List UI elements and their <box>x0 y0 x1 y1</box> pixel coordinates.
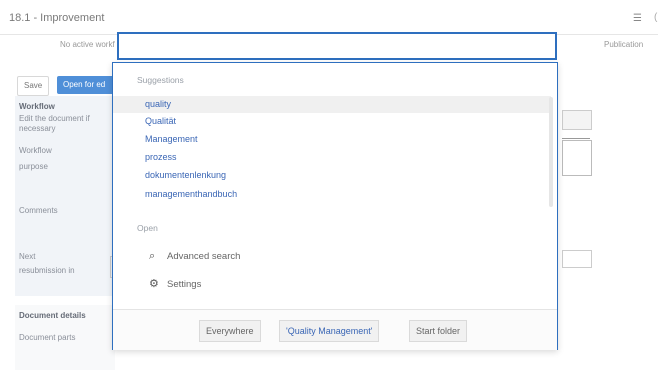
page-title: 18.1 - Improvement <box>9 12 105 24</box>
settings-label: Settings <box>167 279 202 290</box>
suggestion-item[interactable]: quality <box>113 96 551 113</box>
hamburger-menu-icon[interactable]: ☰ <box>633 13 642 24</box>
scope-everywhere-button[interactable]: Everywhere <box>199 320 261 342</box>
scope-bar: Everywhere 'Quality Management' Start fo… <box>113 309 557 350</box>
edge-glyph: ( <box>654 12 658 23</box>
suggestion-item[interactable]: Qualität <box>113 113 551 130</box>
search-suggestions-dropdown: Suggestions quality Qualität Management … <box>112 62 558 350</box>
workflow-section-title: Workflow <box>19 102 55 111</box>
search-input[interactable] <box>117 32 557 60</box>
workflow-panel: Workflow Edit the document if necessary … <box>15 96 115 296</box>
workflow-status: No active workf <box>60 40 115 49</box>
advanced-search-option[interactable]: ⌕ Advanced search <box>149 247 240 265</box>
suggestion-item[interactable]: managementhandbuch <box>113 186 551 203</box>
resubmission-field-label: resubmission in <box>19 266 75 275</box>
suggestion-item[interactable]: prozess <box>113 149 551 166</box>
workflow-field-label: Workflow <box>19 146 52 155</box>
workflow-text: Edit the document if <box>19 114 90 123</box>
date-field[interactable] <box>562 250 592 268</box>
suggestion-item[interactable]: dokumentenlenkung <box>113 167 551 184</box>
toolbar-box[interactable] <box>562 110 592 130</box>
gear-icon: ⚙ <box>149 278 159 290</box>
purpose-field-label: purpose <box>19 162 48 171</box>
scope-quality-management-button[interactable]: 'Quality Management' <box>279 320 380 342</box>
preview-box <box>562 140 592 176</box>
suggestions-heading: Suggestions <box>137 75 184 85</box>
suggestions-scrollbar[interactable] <box>549 97 553 207</box>
search-icon: ⌕ <box>149 250 156 262</box>
open-heading: Open <box>137 223 158 233</box>
settings-option[interactable]: ⚙ Settings <box>149 275 201 293</box>
details-section-title: Document details <box>19 311 86 320</box>
advanced-search-label: Advanced search <box>167 251 241 262</box>
save-button[interactable]: Save <box>17 76 49 96</box>
publication-label: Publication <box>604 40 644 49</box>
suggestion-item[interactable]: Management <box>113 131 551 148</box>
scope-start-folder-button[interactable]: Start folder <box>409 320 468 342</box>
document-details-panel: Document details Document parts <box>15 305 115 370</box>
next-field-label: Next <box>19 252 36 261</box>
divider <box>562 138 590 139</box>
top-bar: 18.1 - Improvement ☰ ( <box>0 0 658 35</box>
comments-field-label: Comments <box>19 206 58 215</box>
document-parts-label: Document parts <box>19 333 76 342</box>
workflow-text-2: necessary <box>19 124 56 133</box>
